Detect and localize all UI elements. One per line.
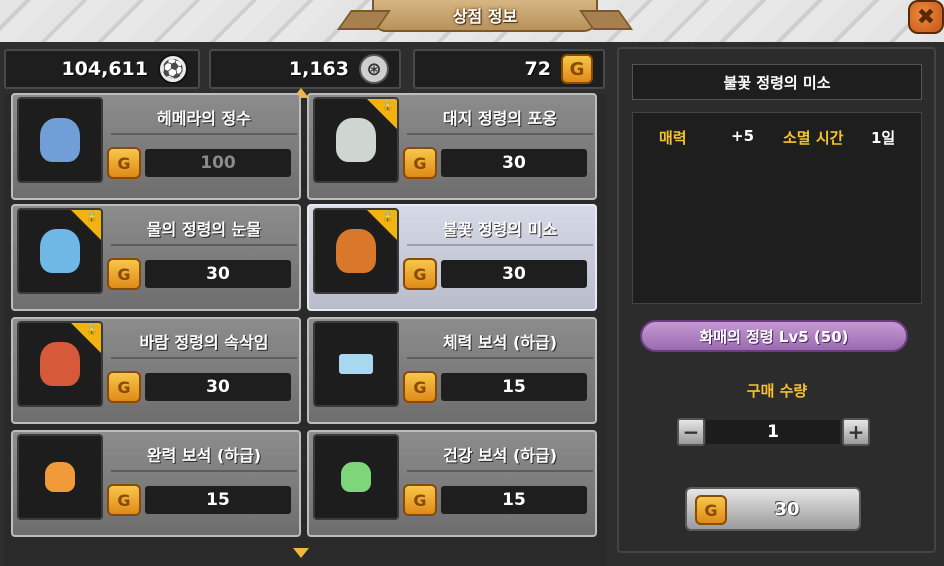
item-thumbnail: 🔒 [313, 208, 399, 294]
shop-item-card[interactable]: 완력 보석 (하급) G 15 [11, 430, 301, 537]
stat-value: +5 [731, 127, 755, 145]
expire-value: 1일 [871, 129, 896, 147]
item-thumbnail [313, 434, 399, 520]
gold-coin-icon: G [107, 484, 141, 516]
gold-coin-icon: G [403, 258, 437, 290]
lock-icon: 🔒 [381, 212, 394, 223]
requirement-banner: 화매의 정령 Lv5 (50) [640, 320, 908, 352]
compass-icon: ⊛ [359, 54, 389, 84]
gold-coin-icon: G [403, 484, 437, 516]
item-name: 물의 정령의 눈물 [111, 216, 297, 246]
currency-value: 104,611 [61, 58, 148, 80]
close-button[interactable]: ✖ [908, 0, 944, 34]
shop-item-card[interactable]: 🔒 대지 정령의 포옹 G 30 [307, 93, 597, 200]
item-price: 30 [441, 260, 587, 288]
quantity-label: 구매 수량 [746, 382, 808, 400]
currency-bar-gold-ball: 104,611 ⚽ [4, 49, 200, 89]
gold-coin-icon: G [107, 147, 141, 179]
item-name: 바람 정령의 속삭임 [111, 329, 297, 359]
item-thumbnail: 🔒 [17, 208, 103, 294]
currency-bar-coin: 72 G [413, 49, 605, 89]
currency-value: 1,163 [288, 58, 349, 80]
gold-coin-icon: G [107, 258, 141, 290]
item-art-icon [341, 462, 371, 492]
item-thumbnail [313, 321, 399, 407]
detail-item-title: 불꽃 정령의 미소 [632, 64, 922, 100]
quantity-increase-button[interactable]: + [842, 418, 870, 446]
title-plate: 상점 정보 [336, 0, 634, 32]
stat-name: 매력 [659, 129, 687, 147]
item-name: 대지 정령의 포옹 [407, 105, 593, 135]
lock-icon: 🔒 [381, 101, 394, 112]
item-price: 30 [145, 260, 291, 288]
scroll-down-arrow-icon[interactable] [293, 548, 309, 558]
item-art-icon [45, 462, 75, 492]
shop-item-card[interactable]: 체력 보석 (하급) G 15 [307, 317, 597, 424]
quantity-decrease-button[interactable]: − [677, 418, 705, 446]
buy-price: 30 [774, 498, 800, 520]
item-art-icon [339, 354, 373, 374]
gold-coin-icon: G [403, 147, 437, 179]
buy-button[interactable]: G 30 [685, 487, 861, 531]
item-name: 완력 보석 (하급) [111, 442, 297, 472]
item-price: 100 [145, 149, 291, 177]
item-name: 불꽃 정령의 미소 [407, 216, 593, 246]
item-thumbnail [17, 97, 103, 183]
item-name: 헤메라의 정수 [111, 105, 297, 135]
shop-item-card[interactable]: 건강 보석 (하급) G 15 [307, 430, 597, 537]
item-price: 15 [145, 486, 291, 514]
shop-item-card[interactable]: 🔒 물의 정령의 눈물 G 30 [11, 204, 301, 311]
lock-icon: 🔒 [85, 325, 98, 336]
gold-coin-icon: G [695, 495, 727, 525]
gold-coin-icon: G [561, 54, 593, 84]
item-thumbnail [17, 434, 103, 520]
currency-value: 72 [524, 58, 551, 80]
shop-item-card[interactable]: 🔒 바람 정령의 속삭임 G 30 [11, 317, 301, 424]
item-name: 체력 보석 (하급) [407, 329, 593, 359]
quantity-field[interactable]: 1 [706, 420, 840, 444]
close-icon: ✖ [916, 4, 936, 30]
lock-icon: 🔒 [85, 212, 98, 223]
item-thumbnail: 🔒 [17, 321, 103, 407]
gold-coin-icon: G [403, 371, 437, 403]
item-thumbnail: 🔒 [313, 97, 399, 183]
page-title: 상점 정보 [452, 7, 518, 26]
item-name: 건강 보석 (하급) [407, 442, 593, 472]
minus-icon: − [682, 420, 700, 444]
plus-icon: + [847, 420, 865, 444]
shop-item-card-selected[interactable]: 🔒 불꽃 정령의 미소 G 30 [307, 204, 597, 311]
soccer-ball-icon: ⚽ [158, 54, 188, 84]
item-art-icon [40, 118, 80, 162]
item-price: 15 [441, 373, 587, 401]
item-stats-box: 매력 +5 소멸 시간 1일 [632, 112, 922, 304]
shop-item-card[interactable]: 헤메라의 정수 G 100 [11, 93, 301, 200]
item-price: 30 [145, 373, 291, 401]
gold-coin-icon: G [107, 371, 141, 403]
expire-label: 소멸 시간 [783, 129, 844, 147]
item-price: 30 [441, 149, 587, 177]
item-price: 15 [441, 486, 587, 514]
currency-bar-compass: 1,163 ⊛ [209, 49, 401, 89]
